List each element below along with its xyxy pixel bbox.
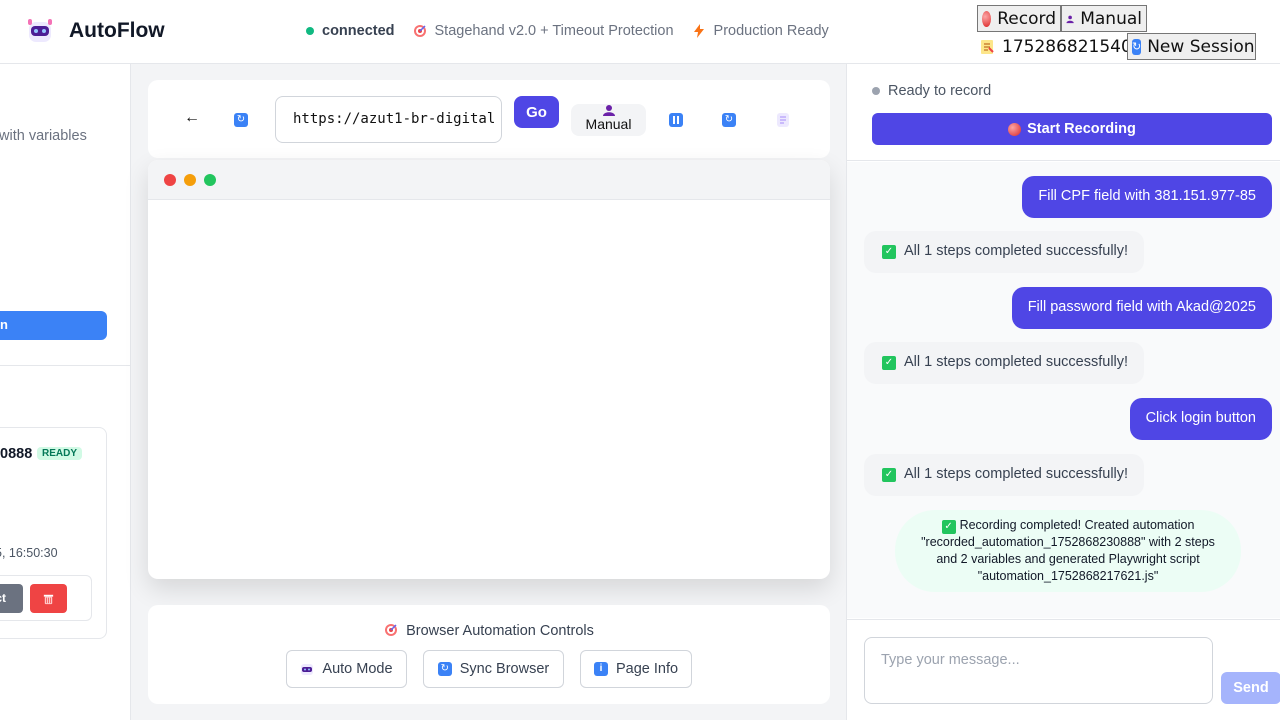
target-icon (413, 25, 426, 37)
record-dot-icon (982, 10, 992, 27)
document-icon (981, 40, 994, 54)
status-badge: READY (37, 447, 83, 460)
go-button[interactable]: Go (514, 96, 559, 128)
session-id: 175286821540... (980, 37, 1148, 57)
bot-message: ✓ All 1 steps completed successfully! (864, 454, 1145, 496)
start-recording-button[interactable]: Start Recording (872, 113, 1272, 145)
production-label: Production Ready (713, 23, 829, 39)
automation-controls: Browser Automation Controls Auto Mode ↻ … (148, 605, 830, 704)
check-icon: ✓ (882, 245, 896, 259)
left-sidebar: with variables n 0888 READY 5, 16:50:30 … (0, 64, 131, 720)
user-icon (602, 105, 615, 116)
info-icon: i (593, 662, 608, 676)
record-button[interactable]: Record (977, 5, 1061, 32)
automation-id: 0888 (0, 446, 33, 462)
check-icon: ✓ (941, 520, 956, 534)
user-message: Click login button (1129, 398, 1272, 440)
robot-logo-icon (28, 19, 52, 42)
check-icon: ✓ (882, 356, 896, 370)
robot-icon (301, 664, 314, 675)
sync-icon: ↻ (437, 662, 452, 676)
record-dot-icon (1008, 122, 1022, 136)
message-input[interactable] (864, 637, 1213, 704)
chat-composer: Send (847, 619, 1280, 720)
recorder-status: Ready to record (872, 83, 991, 99)
automation-timestamp: 5, 16:50:30 (0, 546, 58, 560)
url-input[interactable]: https://azut1-br-digital (275, 96, 502, 143)
user-icon (1066, 15, 1074, 23)
browser-toolbar: ← ↻ https://azut1-br-digital Go Manual ↻ (148, 80, 830, 158)
page-info-button[interactable]: i Page Info (580, 650, 692, 688)
sync-browser-button[interactable]: ↻ Sync Browser (423, 650, 564, 688)
refresh-button[interactable]: ↻ (722, 113, 736, 127)
delete-button[interactable] (30, 584, 67, 613)
reload-button[interactable]: ↻ (234, 113, 248, 127)
check-icon: ✓ (882, 468, 896, 482)
automation-card[interactable]: 0888 READY 5, 16:50:30 ract (0, 427, 107, 639)
new-session-button[interactable]: ↻ New Session (1127, 33, 1256, 60)
back-button[interactable]: ← (184, 109, 200, 127)
user-message: Fill CPF field with 381.151.977-85 (1022, 176, 1272, 218)
sidebar-divider (0, 365, 130, 366)
close-window-dot (164, 174, 176, 186)
user-message: Fill password field with Akad@2025 (1011, 287, 1272, 329)
status-bar: connected Stagehand v2.0 + Timeout Prote… (306, 23, 829, 39)
pause-button[interactable] (669, 113, 683, 127)
engine-label: Stagehand v2.0 + Timeout Protection (434, 23, 674, 39)
controls-title: Browser Automation Controls (148, 623, 830, 639)
trash-icon (43, 594, 54, 605)
recorder-header: Ready to record Start Recording (847, 64, 1280, 161)
bot-message: ✓ All 1 steps completed successfully! (864, 231, 1145, 273)
browser-viewport[interactable] (148, 160, 830, 579)
minimize-window-dot (184, 174, 196, 186)
refresh-icon: ↻ (1132, 38, 1142, 55)
extract-button[interactable]: ract (0, 584, 23, 613)
sidebar-primary-button[interactable]: n (0, 311, 107, 340)
top-header: AutoFlow connected Stagehand v2.0 + Time… (0, 0, 1280, 64)
document-icon (780, 116, 786, 124)
auto-mode-button[interactable]: Auto Mode (286, 650, 407, 688)
app-title: AutoFlow (69, 19, 165, 42)
recorder-panel: Ready to record Start Recording Fill CPF… (846, 64, 1280, 720)
manual-mode-button[interactable]: Manual (1061, 5, 1147, 32)
sidebar-description: with variables (0, 128, 87, 144)
bot-message: ✓ All 1 steps completed successfully! (864, 342, 1145, 384)
document-button[interactable] (777, 113, 789, 127)
idle-status-dot (872, 87, 880, 95)
lightning-icon (693, 24, 704, 38)
connected-status-dot (306, 27, 314, 35)
maximize-window-dot (204, 174, 216, 186)
pause-icon (673, 116, 679, 124)
browser-window-bar (148, 160, 830, 200)
manual-mode-tab[interactable]: Manual (571, 104, 646, 136)
send-button[interactable]: Send (1221, 672, 1280, 704)
connection-status: connected (322, 23, 395, 39)
recording-completed-message: ✓ Recording completed! Created automation… (895, 510, 1241, 592)
target-icon (385, 624, 398, 636)
automation-actions: ract (0, 575, 92, 621)
